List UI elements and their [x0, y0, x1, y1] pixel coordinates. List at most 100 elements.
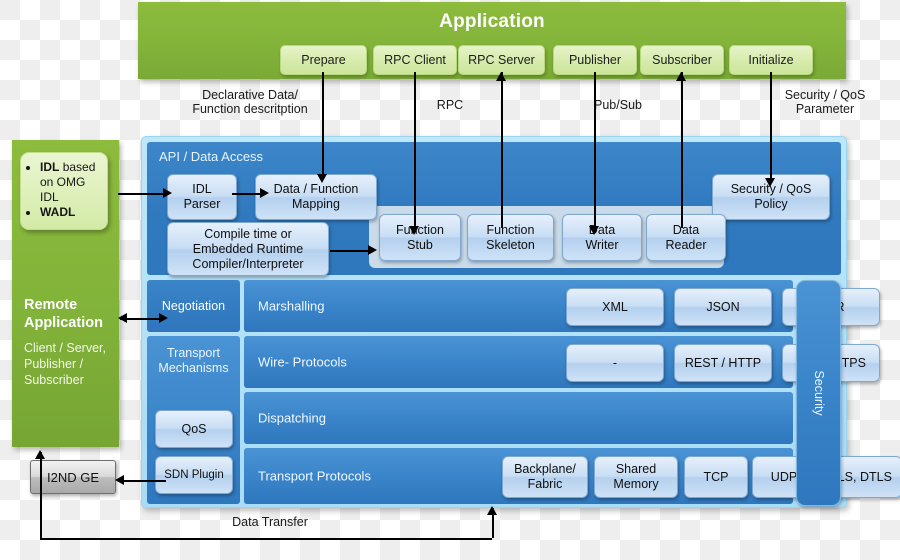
application-layer: Application Prepare RPC Client RPC Server P… — [138, 2, 846, 79]
arrowhead-rpc-client — [409, 226, 419, 235]
arrowhead-negotiation-right — [159, 313, 168, 323]
sdn-plugin-chip: SDN Plugin — [155, 456, 233, 494]
application-chip-publisher[interactable]: Publisher — [553, 45, 637, 75]
connector-sdn-to-i2nd — [118, 480, 166, 482]
transport-mechanisms-line1: Transport — [166, 346, 221, 360]
wadl-label: WADL — [40, 205, 76, 219]
interface-label-security-line1: Security / QoS — [784, 88, 866, 102]
remote-title-line2: Application — [24, 315, 103, 331]
api-box-function-skeleton-line1: Function — [486, 222, 535, 237]
connector-subscriber — [681, 72, 683, 228]
connector-idl-to-parser — [118, 193, 166, 195]
api-box-data-reader-line2: Reader — [665, 237, 707, 252]
api-box-data-mapping: Data / Function Mapping — [255, 174, 377, 220]
negotiation-box: Negotiation — [147, 280, 240, 332]
connector-parser-to-mapping — [232, 193, 263, 195]
remote-application-title: Remote Application — [24, 296, 124, 332]
stack-row-transport-protocols: Transport Protocols Backplane/Fabric Share… — [244, 448, 900, 504]
arrowhead-data-transfer-to-remote — [35, 450, 45, 459]
application-chip-rpc-client[interactable]: RPC Client — [373, 45, 457, 75]
transport-mechanisms-label: Transport Mechanisms — [147, 346, 240, 376]
api-box-compiler: Compile time or Embedded Runtime Compiler/… — [167, 222, 329, 276]
arrowhead-sdn-to-i2nd — [115, 475, 124, 485]
protocol-chip-line2: Memory — [613, 477, 659, 491]
arrowhead-initialize — [765, 178, 775, 187]
api-box-data-writer: Data Writer — [562, 214, 642, 261]
i2nd-ge-box: I2ND GE — [30, 460, 116, 494]
stack-row-marshalling-title: Marshalling — [258, 298, 325, 314]
api-panel-title: API / Data Access — [159, 149, 264, 164]
api-box-function-stub-line2: Stub — [407, 237, 433, 252]
connector-publisher — [594, 72, 596, 228]
protocol-chip-backplane-fabric: Backplane/Fabric — [502, 456, 588, 498]
connector-rpc-client — [414, 72, 416, 228]
stack-row-dispatching-title: Dispatching — [258, 410, 326, 426]
transport-mechanisms-line2: Mechanisms — [158, 361, 229, 375]
arrowhead-subscriber — [676, 72, 686, 81]
application-chip-rpc-server[interactable]: RPC Server — [458, 45, 545, 75]
security-bar: Security — [796, 280, 841, 506]
protocol-chip-tcp: TCP — [684, 456, 748, 498]
protocol-chip-json: JSON — [674, 288, 772, 326]
api-box-compiler-line2: Embedded Runtime — [192, 241, 304, 256]
connector-initialize — [770, 72, 772, 180]
idl-card: IDL based on OMG IDL WADL — [20, 152, 108, 230]
stack-row-wire-protocols-title: Wire- Protocols — [258, 354, 347, 370]
api-box-data-reader-line1: Data — [672, 222, 700, 237]
arrowhead-prepare — [317, 174, 327, 183]
protocol-chip-line1: Shared — [615, 462, 657, 476]
transport-mechanisms-box: Transport Mechanisms QoS SDN Plugin — [147, 336, 240, 504]
stack-row-transport-protocols-title: Transport Protocols — [258, 468, 371, 484]
interface-label-security-line2: Parameter — [795, 102, 855, 116]
api-box-security-policy-line2: Policy — [754, 197, 788, 211]
diagram-canvas: Application Prepare RPC Client RPC Server P… — [0, 0, 900, 560]
application-chip-subscriber[interactable]: Subscriber — [640, 45, 724, 75]
protocol-chip-line1: TCP — [703, 469, 729, 484]
interface-label-rpc: RPC — [415, 98, 485, 112]
connector-rpc-server — [501, 72, 503, 228]
arrowhead-rpc-server — [496, 72, 506, 81]
interface-label-security: Security / QoS Parameter — [765, 88, 885, 116]
application-chip-prepare[interactable]: Prepare — [280, 45, 367, 75]
interface-label-declarative: Declarative Data/Function descritption — [180, 88, 320, 116]
remote-application-subtitle: Client / Server, Publisher / Subscriber — [24, 341, 106, 387]
arrowhead-compiler-to-stub — [368, 245, 377, 255]
interface-label-pubsub-line1: Pub/Sub — [594, 98, 642, 112]
arrowhead-parser-to-mapping — [260, 188, 269, 198]
api-box-function-stub: Function Stub — [379, 214, 461, 261]
stack-row-marshalling: MarshallingXMLJSONCDR — [244, 280, 880, 332]
api-box-function-skeleton: Function Skeleton — [467, 214, 554, 261]
api-box-data-mapping-line2: Mapping — [292, 197, 340, 211]
api-data-access-panel: API / Data Access IDL Parser Data / Functi… — [147, 142, 841, 276]
middleware-container: API / Data Access IDL Parser Data / Functi… — [141, 136, 900, 508]
protocol-chip-shared-memory: Shared Memory — [594, 456, 678, 498]
qos-chip: QoS — [155, 410, 233, 448]
stack-rows: MarshallingXMLJSONCDRWire- Protocols-RES… — [244, 280, 900, 504]
api-box-idl-parser-line2: Parser — [183, 197, 221, 211]
protocol-stack: Negotiation Transport Mechanisms QoS SDN… — [147, 280, 900, 506]
stack-row-dispatching: Dispatching — [244, 392, 793, 444]
api-box-function-stub-line1: Function — [396, 222, 444, 237]
protocol-chip-rest-http: REST / HTTP — [674, 344, 772, 382]
connector-data-transfer-horizontal — [40, 538, 492, 540]
api-box-function-skeleton-line2: Skeleton — [486, 237, 535, 252]
interface-label-pubsub: Pub/Sub — [578, 98, 658, 112]
interface-label-declarative-line2: Function descritption — [192, 102, 308, 116]
interface-label-rpc-line1: RPC — [436, 98, 464, 112]
protocol-chip-line1: UDP — [770, 469, 798, 484]
idl-label: IDL — [40, 160, 60, 174]
stack-row-wire-protocols: Wire- Protocols-REST / HTTPDDS / RTPS — [244, 336, 880, 388]
application-title: Application — [439, 11, 545, 32]
protocol-chip-xml: XML — [566, 288, 664, 326]
connector-compiler-to-stub — [330, 250, 371, 252]
arrowhead-publisher — [589, 226, 599, 235]
api-box-compiler-line1: Compile time or — [204, 226, 292, 241]
protocol-chip--: - — [566, 344, 664, 382]
arrowhead-negotiation-left — [118, 313, 127, 323]
api-box-idl-parser-line1: IDL — [192, 182, 212, 196]
api-box-compiler-line3: Compiler/Interpreter — [192, 256, 304, 271]
api-box-idl-parser: IDL Parser — [167, 174, 237, 220]
remote-title-line1: Remote — [24, 297, 78, 313]
data-transfer-label: Data Transfer — [232, 515, 308, 529]
application-chip-initialize[interactable]: Initialize — [729, 45, 813, 75]
